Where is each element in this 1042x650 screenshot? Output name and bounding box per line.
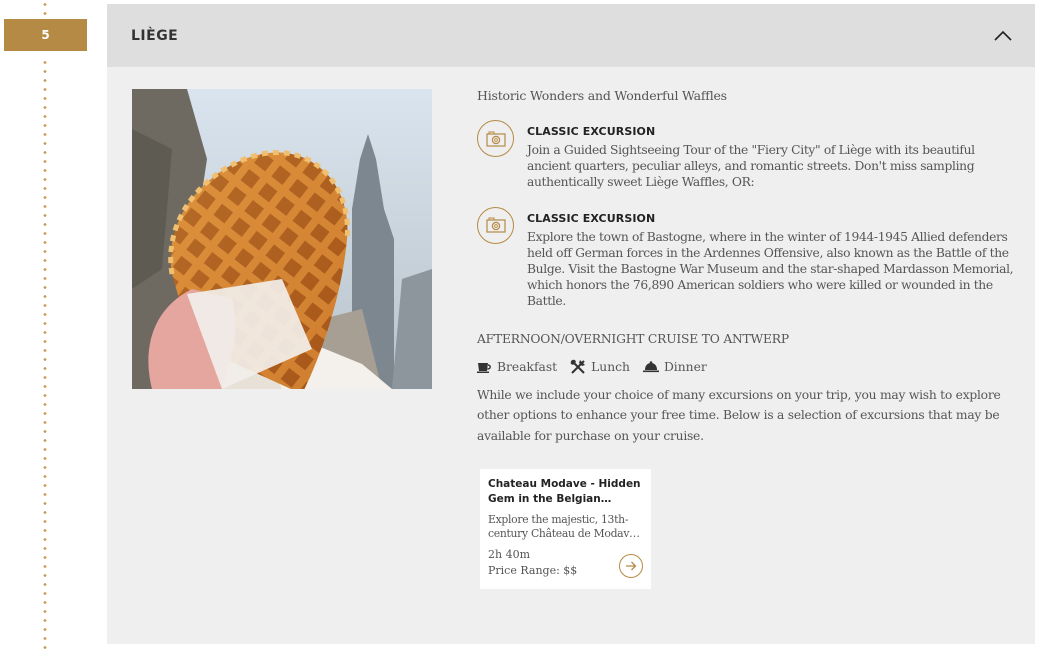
card-description: Explore the majestic, 13th-century Châte… <box>488 513 640 540</box>
meal-dinner: Dinner <box>642 359 707 374</box>
price-label: Price Range: <box>488 564 560 577</box>
excursion-item: CLASSIC EXCURSION Explore the town of Ba… <box>477 206 1017 310</box>
timeline-dots <box>43 0 47 17</box>
cloche-icon <box>642 360 659 372</box>
excursion-item: CLASSIC EXCURSION Join a Guided Sightsee… <box>477 120 1017 191</box>
meal-label: Breakfast <box>497 359 558 374</box>
excursion-card[interactable]: Chateau Modave - Hidden Gem in the Belgi… <box>480 469 651 589</box>
day-content: Historic Wonders and Wonderful Waffles C… <box>477 88 1017 446</box>
camera-icon <box>477 120 514 157</box>
port-subtitle: Historic Wonders and Wonderful Waffles <box>477 88 727 103</box>
arrow-right-icon <box>626 561 637 571</box>
collapse-button[interactable] <box>991 24 1015 48</box>
price-value: $$ <box>563 564 578 577</box>
day-badge: 5 <box>4 19 87 51</box>
port-title: LIÈGE <box>131 27 179 44</box>
day-number: 5 <box>41 28 50 42</box>
excursion-type: CLASSIC EXCURSION <box>527 211 656 225</box>
meal-label: Dinner <box>663 359 707 374</box>
excursion-type: CLASSIC EXCURSION <box>527 125 656 138</box>
optional-excursions-intro: While we include your choice of many exc… <box>477 387 1001 443</box>
excursion-description: Join a Guided Sightseeing Tour of the "F… <box>527 143 975 190</box>
meal-label: Lunch <box>591 359 630 374</box>
meals-list: Breakfast Lunch Dinner <box>477 359 1017 375</box>
card-title: Chateau Modave - Hidden Gem in the Belgi… <box>488 478 641 505</box>
panel-header[interactable]: LIÈGE <box>107 4 1035 67</box>
meal-breakfast: Breakfast <box>477 360 557 374</box>
fork-knife-icon <box>570 359 586 374</box>
card-arrow-button[interactable] <box>619 554 643 578</box>
day-panel: LIÈGE Historic Wonders and Wonderful Waf… <box>107 4 1035 644</box>
timeline-dots <box>43 58 47 650</box>
cruise-info: AFTERNOON/OVERNIGHT CRUISE TO ANTWERP <box>477 331 789 346</box>
meal-lunch: Lunch <box>570 359 630 375</box>
coffee-cup-icon <box>477 363 491 374</box>
camera-icon <box>477 206 514 244</box>
waffle-photo <box>132 89 432 389</box>
excursion-description: Explore the town of Bastogne, where in t… <box>527 229 1014 309</box>
chevron-up-icon <box>994 30 1012 41</box>
